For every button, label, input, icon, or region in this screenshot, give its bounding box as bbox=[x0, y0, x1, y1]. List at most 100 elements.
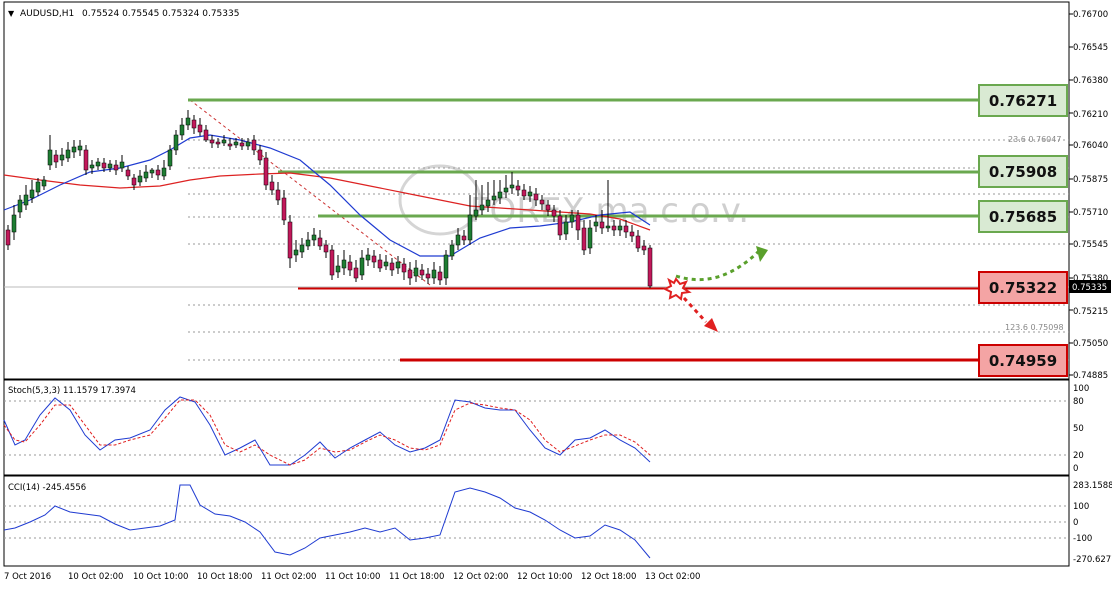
level-box-2[interactable]: 0.75908 bbox=[978, 155, 1068, 188]
candle-body bbox=[203, 129, 209, 141]
candle-body bbox=[413, 267, 419, 277]
candle-body bbox=[329, 249, 335, 276]
candle-body bbox=[569, 214, 575, 223]
chart-window[interactable]: FOREX ma.c.o.v. 23.6 0.76047 123.6 0.750… bbox=[0, 0, 1112, 588]
candle-body bbox=[521, 189, 527, 197]
candle-body bbox=[431, 269, 437, 279]
candle-body bbox=[539, 199, 545, 205]
current-price-value: 0.75335 bbox=[1072, 283, 1107, 293]
stoch-tick: 50 bbox=[1073, 424, 1084, 434]
price-tick: 0.75215 bbox=[1073, 307, 1108, 317]
candle-body bbox=[227, 143, 233, 147]
candle-body bbox=[257, 149, 263, 161]
candle-body bbox=[83, 149, 89, 171]
time-tick: 12 Oct 02:00 bbox=[453, 572, 508, 582]
price-tick: 0.75545 bbox=[1073, 240, 1108, 250]
candle-body bbox=[53, 154, 59, 163]
stoch-tick: 100 bbox=[1073, 384, 1089, 394]
level-box-5[interactable]: 0.74959 bbox=[978, 344, 1068, 377]
level-box-3[interactable]: 0.75685 bbox=[978, 200, 1068, 233]
candle-body bbox=[359, 257, 365, 276]
candle-body bbox=[467, 214, 473, 241]
candle-body bbox=[401, 263, 407, 273]
candle-body bbox=[623, 225, 629, 233]
candle-body bbox=[59, 154, 65, 161]
time-tick: 10 Oct 02:00 bbox=[68, 572, 123, 582]
candle-body bbox=[473, 209, 479, 217]
symbol-menu-arrow[interactable]: ▼ bbox=[8, 9, 15, 18]
stoch-tick: 20 bbox=[1073, 451, 1084, 461]
time-tick: 10 Oct 10:00 bbox=[133, 572, 188, 582]
candle-body bbox=[143, 171, 149, 179]
candle-body bbox=[599, 221, 605, 229]
candle-body bbox=[23, 194, 29, 206]
level-price-4: 0.75322 bbox=[989, 279, 1057, 297]
stochastic-label: Stoch(5,3,3) 11.1579 17.3974 bbox=[8, 386, 136, 396]
price-tick: 0.74885 bbox=[1073, 371, 1108, 381]
candle-body bbox=[605, 225, 611, 229]
candle-body bbox=[503, 187, 509, 193]
candle-body bbox=[41, 179, 47, 187]
candle-body bbox=[173, 134, 179, 151]
candle-body bbox=[125, 169, 131, 177]
candle-body bbox=[107, 163, 113, 169]
candle-body bbox=[281, 197, 287, 221]
price-tick: 0.76210 bbox=[1073, 110, 1108, 120]
cci-pane[interactable] bbox=[3, 475, 1070, 567]
candle-body bbox=[71, 146, 77, 153]
candle-body bbox=[341, 259, 347, 269]
cci-tick: 0 bbox=[1073, 518, 1078, 528]
candle-body bbox=[293, 249, 299, 256]
cci-label: CCI(14) -245.4556 bbox=[8, 483, 86, 493]
price-tick: 0.76545 bbox=[1073, 43, 1108, 53]
candle-body bbox=[371, 255, 377, 263]
time-tick: 11 Oct 18:00 bbox=[389, 572, 444, 582]
candle-body bbox=[383, 261, 389, 267]
candle-body bbox=[161, 167, 167, 177]
time-tick: 13 Oct 02:00 bbox=[645, 572, 700, 582]
candle-body bbox=[461, 235, 467, 241]
candle-body bbox=[185, 117, 191, 126]
candle-body bbox=[425, 273, 431, 279]
candle-body bbox=[155, 169, 161, 176]
candle-body bbox=[47, 149, 53, 166]
candle-body bbox=[419, 269, 425, 276]
candle-body bbox=[647, 247, 653, 287]
candle-body bbox=[491, 195, 497, 201]
level-box-1[interactable]: 0.76271 bbox=[978, 84, 1068, 117]
candle-body bbox=[137, 175, 143, 183]
level-price-3: 0.75685 bbox=[989, 208, 1057, 226]
candle-body bbox=[77, 145, 83, 151]
candle-body bbox=[479, 204, 485, 211]
candle-body bbox=[611, 225, 617, 231]
time-tick: 11 Oct 02:00 bbox=[261, 572, 316, 582]
candle-body bbox=[167, 149, 173, 167]
candle-body bbox=[509, 184, 515, 189]
candle-body bbox=[455, 234, 461, 246]
level-box-4[interactable]: 0.75322 bbox=[978, 271, 1068, 304]
candle-body bbox=[641, 245, 647, 251]
price-tick: 0.76380 bbox=[1073, 76, 1108, 86]
fib-label-upper: 23.6 0.76047 bbox=[1008, 135, 1061, 144]
candle-body bbox=[347, 261, 353, 271]
candle-body bbox=[323, 244, 329, 253]
candle-body bbox=[587, 227, 593, 249]
fib-label-lower: 123.6 0.75098 bbox=[1005, 323, 1064, 332]
time-tick: 12 Oct 10:00 bbox=[517, 572, 572, 582]
candle-body bbox=[89, 164, 95, 169]
price-tick: 0.76040 bbox=[1073, 141, 1108, 151]
candle-body bbox=[299, 244, 305, 253]
watermark-text: FOREX ma.c.o.v. bbox=[470, 191, 749, 231]
candle-body bbox=[35, 181, 41, 193]
time-tick: 12 Oct 18:00 bbox=[581, 572, 636, 582]
time-tick: 10 Oct 18:00 bbox=[197, 572, 252, 582]
candle-body bbox=[251, 139, 257, 151]
level-price-5: 0.74959 bbox=[989, 352, 1057, 370]
candle-body bbox=[527, 191, 533, 197]
candle-body bbox=[239, 142, 245, 147]
current-price-marker: 0.75335 bbox=[1069, 280, 1111, 293]
candle-body bbox=[221, 139, 227, 144]
candle-body bbox=[305, 239, 311, 247]
stochastic-pane[interactable] bbox=[3, 379, 1070, 476]
candle-body bbox=[245, 141, 251, 147]
